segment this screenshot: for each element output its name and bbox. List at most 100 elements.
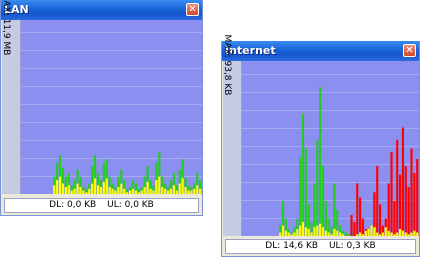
lan-upload-bar [73, 188, 76, 194]
lan-window-titlebar[interactable]: LAN ✕ [1, 0, 202, 20]
lan-upload-bar [91, 183, 94, 194]
internet-upload-bar [330, 234, 333, 236]
internet-upload-bar [293, 232, 296, 236]
lan-upload-bar [166, 190, 170, 194]
lan-upload-bar [175, 190, 178, 194]
internet-overflow-bar [416, 159, 419, 236]
lan-upload-bar [70, 190, 73, 194]
lan-upload-bar [169, 188, 173, 194]
internet-download-bar [319, 87, 322, 236]
lan-upload-bar [155, 180, 158, 194]
internet-download-bar [347, 234, 350, 236]
internet-upload-bar [284, 230, 287, 236]
internet-download-bar [299, 157, 302, 236]
internet-upload-bar [393, 234, 396, 236]
lan-max-label: MAX: 11,9 MB [1, 0, 11, 56]
internet-upload-bar [301, 222, 305, 236]
lan-upload-bar [82, 190, 85, 194]
internet-overflow-bar [379, 204, 382, 236]
internet-upload-bar [370, 225, 373, 236]
lan-upload-bar [61, 183, 65, 194]
lan-upload-bar [187, 190, 190, 194]
lan-upload-bar [161, 187, 164, 194]
lan-upload-bar [131, 188, 135, 194]
internet-overflow-bar [376, 166, 379, 236]
internet-traffic-graph [242, 61, 419, 236]
internet-upload-bar [341, 234, 345, 236]
lan-upload-bar [146, 181, 149, 194]
lan-scale-bar: MAX: 11,9 MB [1, 0, 21, 194]
internet-upload-bar [396, 232, 399, 236]
lan-upload-bar [117, 187, 120, 194]
internet-upload-bar [296, 229, 299, 236]
internet-upload-bar [324, 230, 327, 236]
internet-upload-bar [359, 232, 362, 236]
internet-window-title: Internet [225, 44, 276, 57]
internet-overflow-bar [396, 139, 399, 236]
internet-close-icon[interactable]: ✕ [403, 44, 416, 57]
lan-upload-bar [120, 183, 123, 194]
lan-upload-bar [99, 187, 103, 194]
internet-ul-value: UL: 0,3 KB [328, 241, 376, 251]
lan-upload-bar [67, 185, 70, 194]
internet-upload-bar [307, 229, 310, 236]
lan-monitor-window: LAN ✕ MAX: 11,9 MB DL: 0,0 KB UL: 0,0 KB [0, 0, 203, 216]
internet-upload-bar [399, 229, 402, 236]
internet-upload-bar [379, 234, 382, 236]
lan-upload-bar [126, 192, 129, 194]
internet-upload-bar [290, 234, 293, 236]
internet-download-series [279, 87, 370, 236]
internet-overflow-bar [390, 152, 393, 236]
lan-dl-value: DL: 0,0 KB [49, 200, 97, 210]
lan-traffic-svg [21, 32, 202, 194]
internet-upload-bar [381, 232, 385, 236]
internet-status-bar: DL: 14,6 KB UL: 0,3 KB [225, 239, 416, 254]
lan-upload-bar [105, 178, 108, 194]
lan-upload-bar [56, 180, 59, 194]
internet-upload-bar [413, 230, 416, 236]
internet-overflow-bar [393, 201, 396, 236]
internet-upload-bar [404, 232, 407, 236]
internet-overflow-bar [359, 197, 362, 236]
lan-upload-bar [152, 190, 155, 194]
internet-upload-bar [313, 227, 316, 236]
internet-overflow-bar [407, 187, 410, 236]
internet-overflow-bar [413, 173, 416, 236]
internet-upload-bar [339, 232, 342, 236]
internet-upload-bar [387, 230, 390, 236]
lan-upload-bar [108, 187, 111, 194]
lan-upload-bar [143, 187, 146, 194]
internet-monitor-window: Internet ✕ MAX: 93,8 KB DL: 14,6 KB UL: … [221, 35, 420, 257]
internet-upload-bar [410, 232, 413, 236]
internet-upload-bar [390, 232, 393, 236]
internet-upload-bar [356, 234, 359, 236]
internet-max-label: MAX: 93,8 KB [222, 34, 232, 96]
lan-upload-bar [129, 190, 132, 194]
lan-upload-bar [158, 176, 161, 194]
lan-upload-bar [140, 190, 143, 194]
internet-dl-value: DL: 14,6 KB [265, 241, 319, 251]
internet-download-bar [344, 232, 347, 236]
internet-traffic-svg [242, 74, 419, 236]
internet-upload-bar [279, 232, 282, 236]
lan-upload-bar [85, 192, 88, 194]
lan-upload-bar [178, 183, 181, 194]
lan-upload-bar [196, 185, 199, 194]
lan-upload-bar [193, 188, 196, 194]
internet-upload-bar [336, 230, 339, 236]
lan-upload-bar [93, 178, 97, 194]
lan-upload-bar [181, 178, 184, 194]
internet-upload-bar [416, 232, 419, 236]
internet-overflow-bar [410, 148, 413, 236]
lan-upload-bar [111, 188, 114, 194]
lan-upload-bar [76, 183, 79, 194]
internet-upload-bar [319, 223, 322, 236]
internet-upload-bar [364, 230, 367, 236]
lan-upload-bar [137, 192, 140, 194]
lan-close-icon[interactable]: ✕ [186, 3, 199, 16]
lan-upload-bar [96, 185, 100, 194]
internet-window-titlebar[interactable]: Internet ✕ [222, 41, 419, 61]
lan-upload-bar [164, 188, 167, 194]
internet-upload-bar [304, 227, 307, 236]
lan-upload-bar [190, 190, 193, 194]
